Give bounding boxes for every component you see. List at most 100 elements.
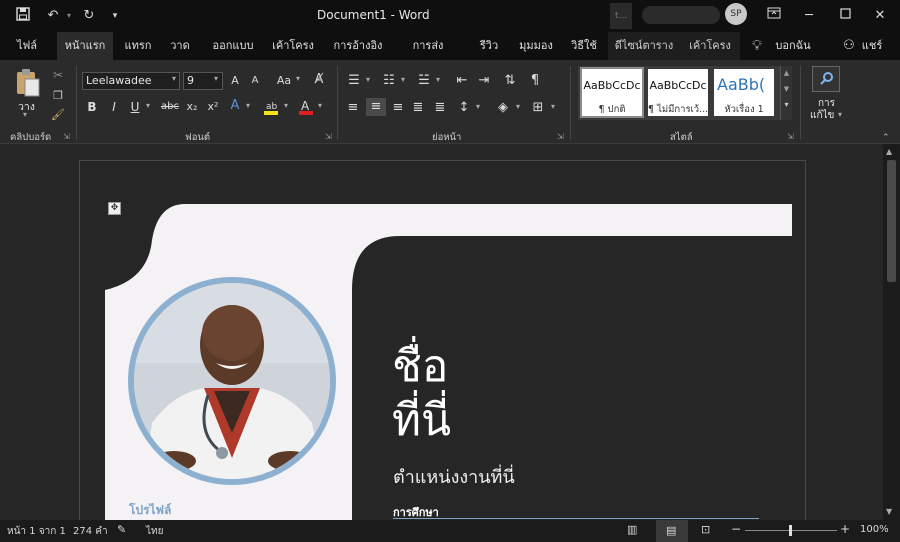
tab-draw[interactable]: วาด xyxy=(163,32,197,60)
styles-down-icon[interactable]: ▼ xyxy=(781,80,792,98)
print-layout-button[interactable]: ▤ xyxy=(656,520,688,542)
paste-dropdown-icon[interactable]: ▾ xyxy=(23,110,27,119)
tab-help[interactable]: วิธีใช้ xyxy=(565,32,603,60)
tab-file[interactable]: ไฟล์ xyxy=(6,32,48,60)
tab-references[interactable]: การอ้างอิง xyxy=(326,32,390,60)
change-case-button[interactable]: Aa xyxy=(273,72,295,90)
styles-scroll[interactable]: ▲ ▼ ▾ xyxy=(780,66,792,120)
multilevel-list-icon[interactable]: ☱ xyxy=(415,72,433,90)
italic-icon[interactable]: I xyxy=(107,98,121,116)
tab-home[interactable]: หน้าแรก xyxy=(57,32,113,60)
font-name-dropdown-icon[interactable]: ▾ xyxy=(172,74,176,83)
align-left-icon[interactable]: ≡ xyxy=(345,99,361,117)
copy-icon[interactable]: ❐ xyxy=(50,87,66,105)
grow-font-icon[interactable]: A xyxy=(228,72,242,90)
styles-launcher-icon[interactable]: ⇲ xyxy=(787,132,794,141)
collapse-ribbon-icon[interactable]: ⌃ xyxy=(882,133,890,143)
editing-label-2[interactable]: แก้ไข xyxy=(810,108,834,123)
text-effects-icon[interactable]: A xyxy=(228,97,242,115)
zoom-out-icon[interactable]: − xyxy=(731,522,741,536)
close-icon[interactable]: ✕ xyxy=(871,7,889,25)
multilevel-dropdown-icon[interactable]: ▾ xyxy=(436,75,440,84)
tab-design[interactable]: ออกแบบ xyxy=(205,32,261,60)
font-color-icon[interactable]: A xyxy=(298,98,314,116)
account-name-blurred[interactable] xyxy=(642,6,720,24)
minimize-icon[interactable]: ─ xyxy=(800,7,818,25)
justify-icon[interactable]: ≣ xyxy=(410,99,426,117)
highlight-icon[interactable]: ab xyxy=(263,98,279,116)
proofing-icon[interactable]: ✎ xyxy=(117,523,126,536)
borders-icon[interactable]: ⊞ xyxy=(530,99,546,117)
highlight-dropdown-icon[interactable]: ▾ xyxy=(284,101,288,110)
decrease-indent-icon[interactable]: ⇤ xyxy=(454,72,470,90)
editing-dropdown-icon[interactable]: ▾ xyxy=(838,110,842,119)
language-indicator[interactable]: ไทย xyxy=(146,524,163,539)
sort-icon[interactable]: ⇅ xyxy=(502,72,518,90)
clear-formatting-icon[interactable]: Ⱥ xyxy=(310,71,328,89)
paste-icon[interactable] xyxy=(14,68,42,98)
save-icon[interactable] xyxy=(14,7,32,25)
avatar[interactable]: SP xyxy=(725,3,747,25)
borders-dropdown-icon[interactable]: ▾ xyxy=(551,102,555,111)
font-launcher-icon[interactable]: ⇲ xyxy=(325,132,332,141)
maximize-icon[interactable] xyxy=(836,7,854,25)
bold-icon[interactable]: B xyxy=(85,98,99,116)
scroll-down-icon[interactable]: ▼ xyxy=(886,507,892,516)
tab-insert[interactable]: แทรก xyxy=(118,32,158,60)
style-normal[interactable]: AaBbCcDc ¶ ปกติ xyxy=(580,67,644,118)
strikethrough-icon[interactable]: abc xyxy=(160,98,180,116)
align-center-icon[interactable]: ≡ xyxy=(366,98,386,116)
resume-name-line-2[interactable]: ที่นี่ xyxy=(392,394,451,448)
lightbulb-icon[interactable]: 💡︎ xyxy=(748,32,766,60)
word-count[interactable]: 274 คำ xyxy=(73,524,108,539)
read-mode-icon[interactable]: ▥ xyxy=(627,523,637,536)
ribbon-display-options-icon[interactable] xyxy=(765,7,783,25)
tell-me-search[interactable]: บอกฉัน xyxy=(770,32,816,60)
underline-icon[interactable]: U xyxy=(128,98,142,116)
redo-icon[interactable]: ↻ xyxy=(80,7,98,25)
shading-dropdown-icon[interactable]: ▾ xyxy=(516,102,520,111)
zoom-in-icon[interactable]: + xyxy=(840,522,850,536)
text-effects-dropdown-icon[interactable]: ▾ xyxy=(246,101,250,110)
distributed-icon[interactable]: ≣ xyxy=(432,99,448,117)
numbering-icon[interactable]: ☷ xyxy=(380,72,398,90)
web-layout-icon[interactable]: ⊡ xyxy=(701,523,710,536)
resume-profile-heading[interactable]: โปรไฟล์ xyxy=(129,501,171,520)
align-right-icon[interactable]: ≡ xyxy=(390,99,406,117)
vertical-scrollbar[interactable]: ▲ ▼ xyxy=(883,144,900,520)
resume-name-line-1[interactable]: ชื่อ xyxy=(392,340,451,394)
styles-up-icon[interactable]: ▲ xyxy=(781,66,792,80)
tab-table-layout[interactable]: เค้าโครง xyxy=(682,32,738,60)
tab-view[interactable]: มุมมอง xyxy=(513,32,559,60)
scroll-up-icon[interactable]: ▲ xyxy=(886,147,892,156)
change-case-dropdown-icon[interactable]: ▾ xyxy=(296,74,300,83)
increase-indent-icon[interactable]: ⇥ xyxy=(476,72,492,90)
resume-name[interactable]: ชื่อ ที่นี่ xyxy=(392,340,451,448)
style-no-spacing[interactable]: AaBbCcDc ¶ ไม่มีการเว้... xyxy=(648,69,708,116)
style-heading-1[interactable]: AaBb( หัวเรื่อง 1 xyxy=(714,69,774,116)
font-name-select[interactable]: Leelawadee xyxy=(82,72,180,90)
bullets-dropdown-icon[interactable]: ▾ xyxy=(366,75,370,84)
tab-table-design[interactable]: ดีไซน์ตาราง xyxy=(612,32,676,60)
tab-layout[interactable]: เค้าโครง xyxy=(265,32,321,60)
format-painter-icon[interactable]: 🖌︎ xyxy=(50,106,66,124)
superscript-icon[interactable]: x² xyxy=(205,98,221,116)
resume-job-title[interactable]: ตำแหน่งงานที่นี่ xyxy=(393,462,515,491)
bullets-icon[interactable]: ☰ xyxy=(345,72,363,90)
shading-icon[interactable]: ◈ xyxy=(495,99,511,117)
tab-mailings[interactable]: การส่งจดหมาย xyxy=(393,32,463,80)
clipboard-launcher-icon[interactable]: ⇲ xyxy=(63,132,70,141)
zoom-slider-thumb[interactable] xyxy=(789,525,792,536)
tab-review[interactable]: รีวิว xyxy=(470,32,508,60)
undo-dropdown-icon[interactable]: ▾ xyxy=(60,7,78,25)
find-icon[interactable] xyxy=(812,66,840,92)
person-add-icon[interactable]: ⚇ xyxy=(842,32,856,60)
profile-photo[interactable] xyxy=(134,283,330,479)
underline-dropdown-icon[interactable]: ▾ xyxy=(146,101,150,110)
font-color-dropdown-icon[interactable]: ▾ xyxy=(318,101,322,110)
subscript-icon[interactable]: x₂ xyxy=(184,98,200,116)
cut-icon[interactable]: ✂ xyxy=(50,66,66,84)
shrink-font-icon[interactable]: A xyxy=(248,72,262,90)
line-spacing-dropdown-icon[interactable]: ▾ xyxy=(476,102,480,111)
styles-more-icon[interactable]: ▾ xyxy=(781,98,792,112)
